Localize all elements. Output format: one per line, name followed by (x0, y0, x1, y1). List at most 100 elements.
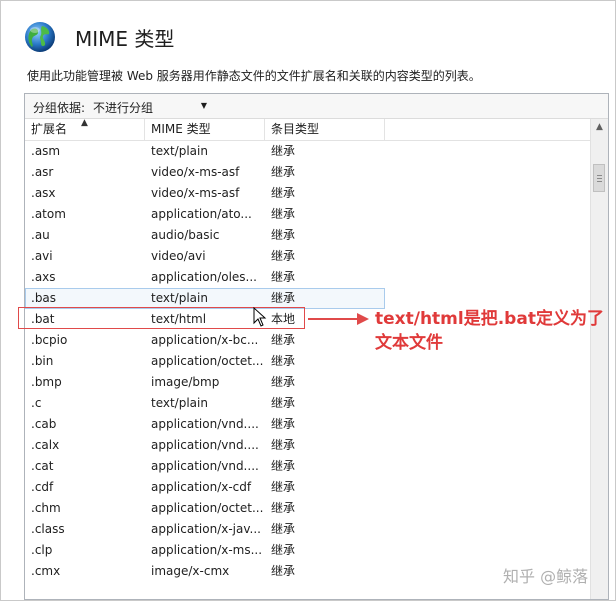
cell-extension: .clp (31, 543, 53, 557)
cell-entry-type: 继承 (271, 480, 296, 494)
cell-extension: .bin (31, 354, 54, 368)
table-row[interactable]: .clp application/x-ms... 继承 (25, 540, 590, 561)
annotation-text: text/html是把.bat定义为了文本文件 (375, 309, 604, 353)
cell-extension: .class (31, 522, 65, 536)
cell-extension: .cdf (31, 480, 54, 494)
table-row[interactable]: .axs application/oles... 继承 (25, 267, 590, 288)
cell-mime-type: application/oles... (151, 270, 257, 284)
globe-icon (25, 22, 55, 52)
cell-entry-type: 继承 (271, 438, 296, 452)
cell-entry-type: 继承 (271, 144, 296, 158)
column-header-entry-type[interactable]: 条目类型 (265, 119, 385, 140)
table-row[interactable]: .au audio/basic 继承 (25, 225, 590, 246)
table-row[interactable]: .bas text/plain 继承 (25, 288, 385, 309)
cell-entry-type: 继承 (271, 333, 296, 347)
cell-extension: .bmp (31, 375, 62, 389)
cell-mime-type: application/x-ms... (151, 543, 263, 557)
scroll-up-icon[interactable]: ▲ (591, 119, 608, 136)
cell-mime-type: application/octet... (151, 501, 264, 515)
table-row[interactable]: .cat application/vnd.... 继承 (25, 456, 590, 477)
table-row[interactable]: .asx video/x-ms-asf 继承 (25, 183, 590, 204)
cell-mime-type: video/x-ms-asf (151, 186, 240, 200)
mouse-cursor-icon (253, 307, 267, 327)
table-row[interactable]: .asr video/x-ms-asf 继承 (25, 162, 590, 183)
cell-mime-type: application/vnd.... (151, 459, 259, 473)
cell-extension: .cat (31, 459, 54, 473)
cell-mime-type: application/vnd.... (151, 417, 259, 431)
group-by-dropdown[interactable]: 不进行分组 ▼ (91, 97, 209, 115)
cell-extension: .c (31, 396, 42, 410)
group-by-value: 不进行分组 (93, 101, 154, 115)
cell-extension: .asr (31, 165, 54, 179)
cell-extension: .bas (31, 291, 57, 305)
cell-entry-type: 继承 (271, 186, 296, 200)
cell-entry-type: 继承 (271, 354, 296, 368)
cell-extension: .bcpio (31, 333, 68, 347)
cell-entry-type: 继承 (271, 207, 296, 221)
cell-extension: .cmx (31, 564, 61, 578)
cell-extension: .calx (31, 438, 60, 452)
cell-extension: .cab (31, 417, 57, 431)
mime-types-panel: MIME 类型 使用此功能管理被 Web 服务器用作静态文件的文件扩展名和关联的… (0, 0, 616, 601)
table-row[interactable]: .asm text/plain 继承 (25, 141, 590, 162)
column-header-mime-type[interactable]: MIME 类型 (145, 119, 265, 140)
cell-mime-type: application/octet... (151, 354, 264, 368)
cell-mime-type: application/x-cdf (151, 480, 252, 494)
page-description: 使用此功能管理被 Web 服务器用作静态文件的文件扩展名和关联的内容类型的列表。 (27, 69, 481, 83)
table-row[interactable]: .avi video/avi 继承 (25, 246, 590, 267)
cell-entry-type: 继承 (271, 165, 296, 179)
cell-mime-type: application/vnd.... (151, 438, 259, 452)
cell-mime-type: image/bmp (151, 375, 220, 389)
table-row[interactable]: .atom application/ato... 继承 (25, 204, 590, 225)
cell-entry-type: 继承 (271, 417, 296, 431)
cell-entry-type: 继承 (271, 396, 296, 410)
cell-extension: .axs (31, 270, 56, 284)
cell-extension: .avi (31, 249, 53, 263)
column-header-extension[interactable]: 扩展名 ▲ (25, 118, 145, 140)
table-rows: .asm text/plain 继承 .asr video/x-ms-asf 继承 .asx… (25, 141, 590, 582)
cell-entry-type: 继承 (271, 564, 296, 578)
table-row[interactable]: .class application/x-jav... 继承 (25, 519, 590, 540)
arrow-right-icon (308, 313, 369, 325)
watermark: 知乎 @鲸落 (503, 567, 589, 586)
cell-entry-type: 继承 (271, 270, 296, 284)
cell-entry-type: 继承 (271, 543, 296, 557)
group-by-label: 分组依据: (33, 101, 86, 115)
table-row[interactable]: .cab application/vnd.... 继承 (25, 414, 590, 435)
sort-ascending-icon: ▲ (81, 118, 88, 128)
table-row[interactable]: .bmp image/bmp 继承 (25, 372, 590, 393)
cell-extension: .au (31, 228, 50, 242)
cell-mime-type: image/x-cmx (151, 564, 230, 578)
cell-entry-type: 继承 (271, 249, 296, 263)
cell-entry-type: 继承 (271, 501, 296, 515)
page-header: MIME 类型 (23, 17, 174, 57)
cell-mime-type: text/plain (151, 291, 208, 305)
cell-mime-type: video/avi (151, 249, 206, 263)
cell-extension: .chm (31, 501, 61, 515)
column-headers: 扩展名 ▲ MIME 类型 条目类型 (25, 118, 590, 141)
cell-entry-type: 继承 (271, 375, 296, 389)
cell-extension: .atom (31, 207, 66, 221)
cell-extension: .asm (31, 144, 61, 158)
cell-mime-type: audio/basic (151, 228, 220, 242)
cell-mime-type: application/x-jav... (151, 522, 261, 536)
cell-mime-type: application/x-bc... (151, 333, 259, 347)
scroll-thumb[interactable] (593, 164, 605, 192)
table-row[interactable]: .c text/plain 继承 (25, 393, 590, 414)
dropdown-arrow-icon: ▼ (200, 101, 207, 110)
vertical-scrollbar[interactable]: ▲ (590, 119, 608, 599)
cell-extension: .asx (31, 186, 56, 200)
cell-mime-type: text/plain (151, 396, 208, 410)
group-by-bar: 分组依据: 不进行分组 ▼ (25, 94, 608, 119)
page-title: MIME 类型 (75, 26, 175, 51)
cell-entry-type: 继承 (271, 459, 296, 473)
cell-entry-type: 继承 (271, 228, 296, 242)
cell-mime-type: video/x-ms-asf (151, 165, 240, 179)
table-row[interactable]: .calx application/vnd.... 继承 (25, 435, 590, 456)
cell-mime-type: text/plain (151, 144, 208, 158)
cell-entry-type: 继承 (271, 522, 296, 536)
table-row[interactable]: .chm application/octet... 继承 (25, 498, 590, 519)
cell-entry-type: 继承 (271, 291, 296, 305)
cell-mime-type: application/ato... (151, 207, 252, 221)
table-row[interactable]: .cdf application/x-cdf 继承 (25, 477, 590, 498)
